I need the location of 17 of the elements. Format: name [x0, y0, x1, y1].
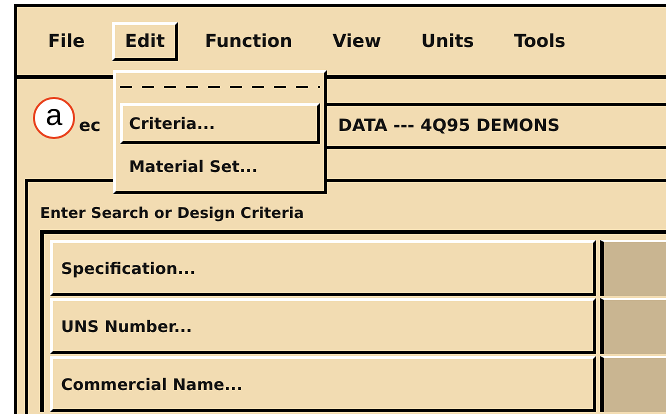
- menu-item[interactable]: View: [319, 22, 394, 60]
- menu-item[interactable]: Function: [192, 22, 306, 60]
- menu-item[interactable]: Units: [408, 22, 488, 60]
- menu-option[interactable]: Material Set...: [120, 146, 320, 187]
- menu-option[interactable]: Criteria...: [120, 103, 320, 144]
- criteria-button[interactable]: Commercial Name...: [50, 356, 596, 412]
- value-field[interactable]: [600, 356, 666, 412]
- value-field[interactable]: [600, 298, 666, 354]
- menu-item[interactable]: Tools: [501, 22, 579, 60]
- menu-item[interactable]: Edit: [112, 22, 178, 60]
- menu-item[interactable]: File: [35, 22, 98, 60]
- criteria-button[interactable]: UNS Number...: [50, 298, 596, 354]
- annotation-marker: a: [33, 97, 75, 139]
- panel-title: Enter Search or Design Criteria: [40, 204, 305, 222]
- value-field[interactable]: [600, 240, 666, 296]
- field-label: ec: [79, 116, 102, 136]
- criteria-button[interactable]: Specification...: [50, 240, 596, 296]
